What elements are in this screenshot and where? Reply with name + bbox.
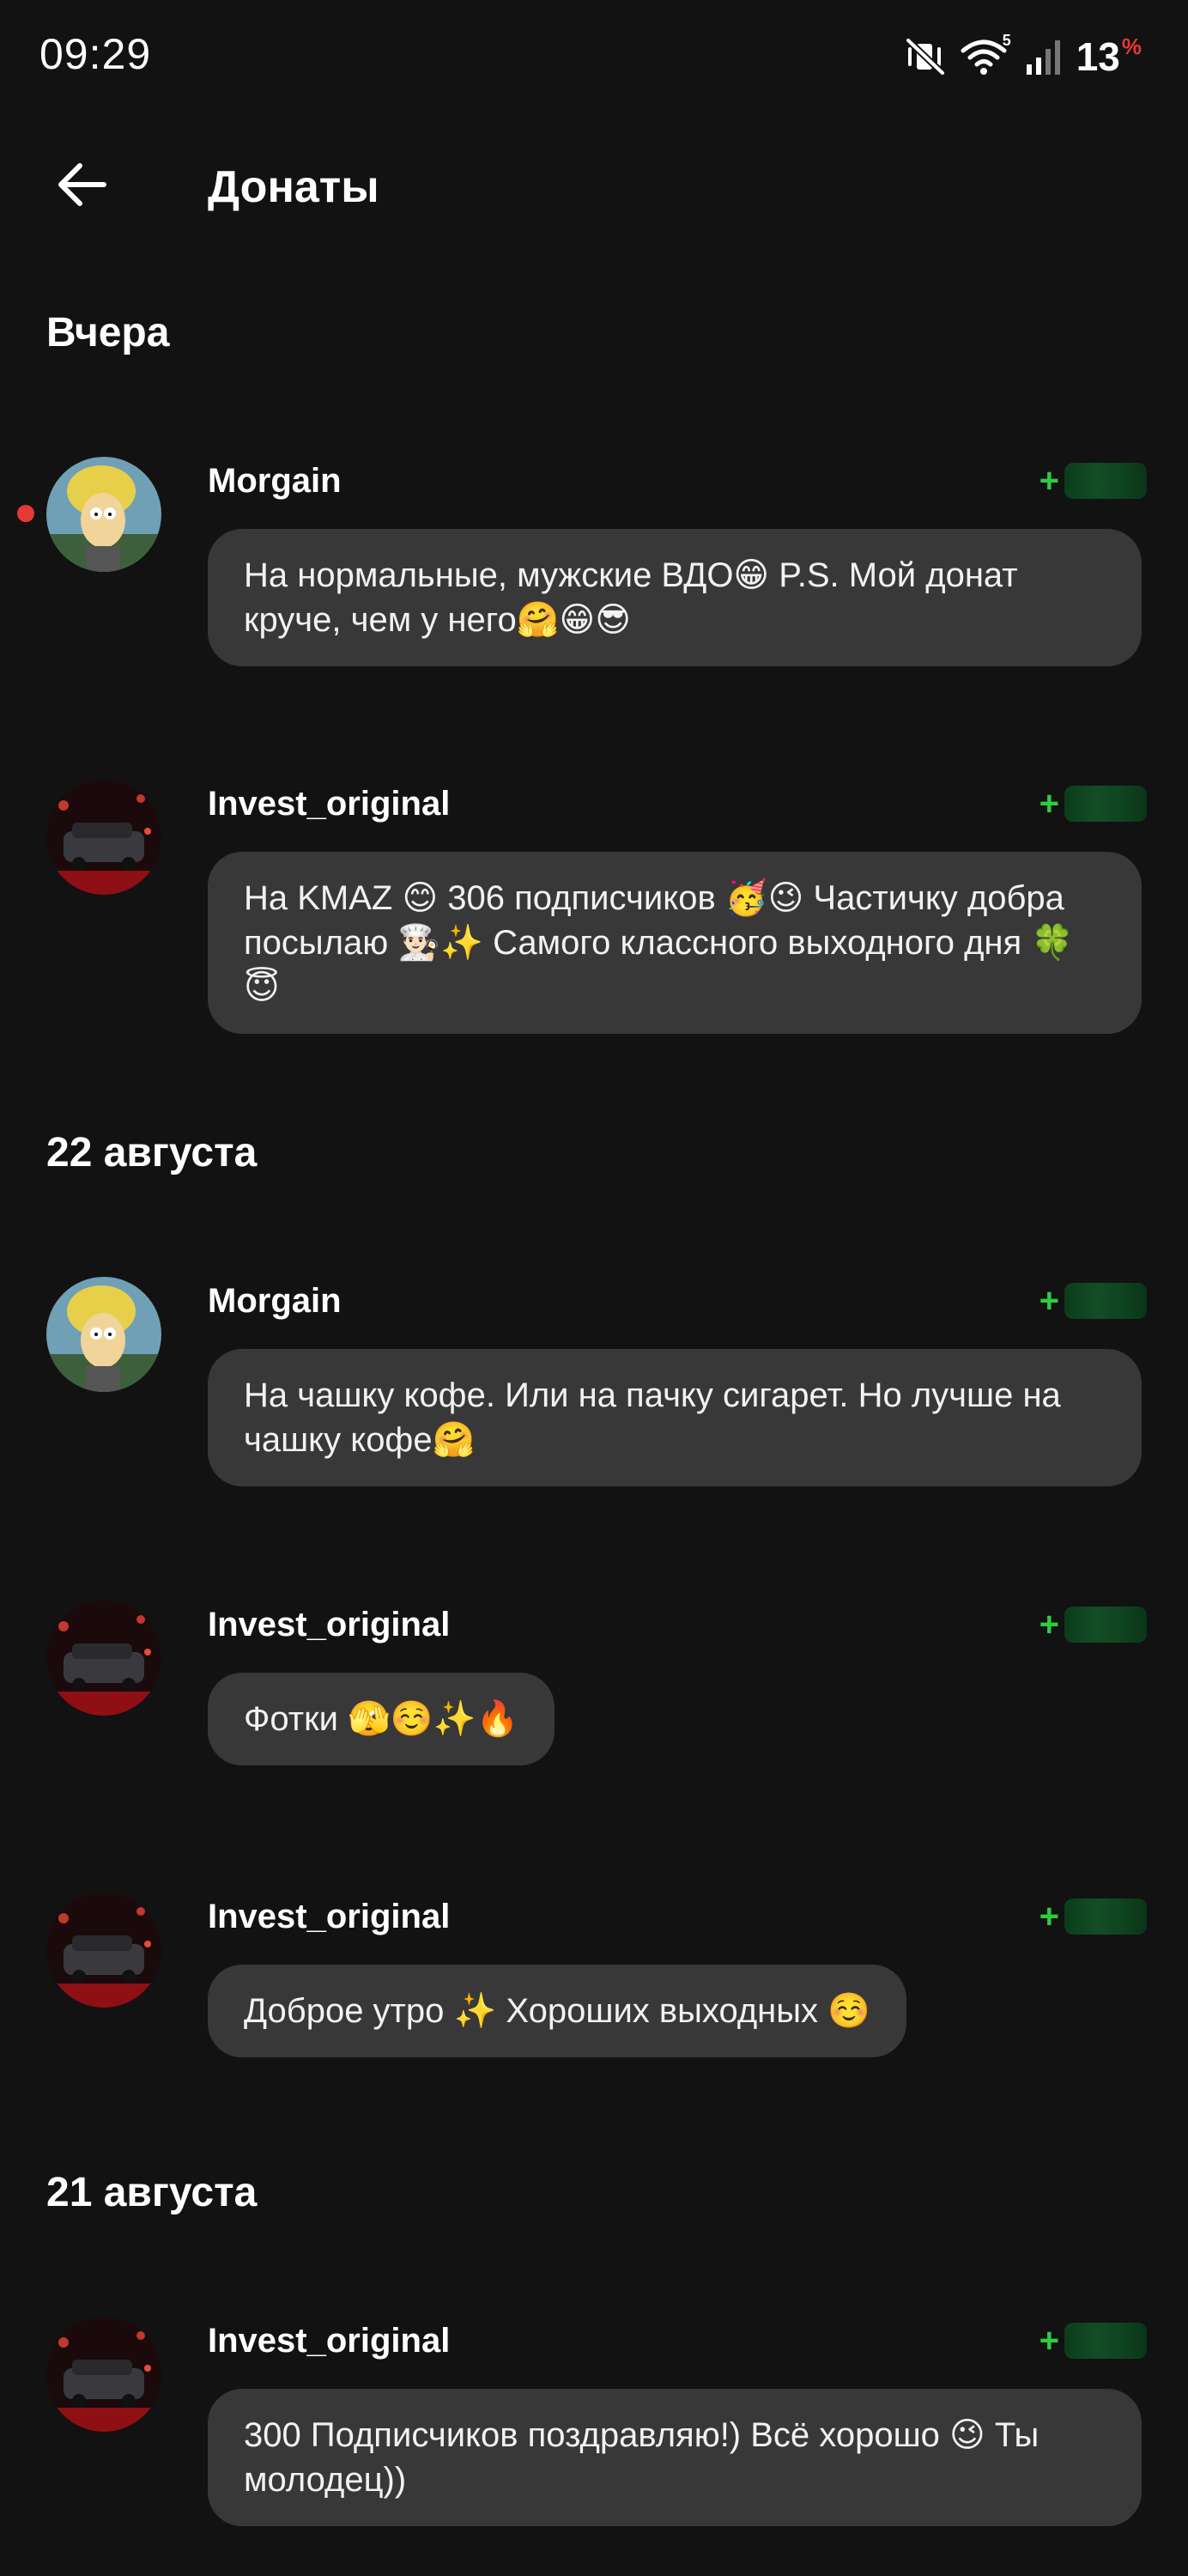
amount-hidden-value bbox=[1064, 1899, 1147, 1935]
battery-percent-sign: % bbox=[1121, 33, 1142, 59]
donation-amount: + bbox=[1040, 1604, 1147, 1645]
donation-item[interactable]: Invest_original + На KMAZ 😊 306 подписчи… bbox=[0, 780, 1188, 1037]
avatar[interactable] bbox=[46, 2317, 161, 2432]
arrow-left-icon bbox=[56, 161, 107, 213]
amount-hidden-value bbox=[1064, 2323, 1147, 2359]
section-title: 22 августа bbox=[46, 1130, 258, 1176]
amount-plus: + bbox=[1039, 461, 1059, 500]
message-bubble: 300 Подписчиков поздравляю!) Всё хорошо … bbox=[208, 2389, 1142, 2526]
amount-hidden-value bbox=[1064, 1283, 1147, 1319]
avatar[interactable] bbox=[46, 780, 161, 895]
avatar[interactable] bbox=[46, 1277, 161, 1392]
donation-amount: + bbox=[1040, 783, 1147, 824]
message-bubble: На нормальные, мужские ВДО😁 P.S. Мой дон… bbox=[208, 529, 1142, 666]
section-title: Вчера bbox=[46, 310, 170, 355]
sender-name: Morgain bbox=[208, 462, 342, 500]
amount-plus: + bbox=[1039, 1281, 1059, 1320]
message-bubble: На KMAZ 😊 306 подписчиков 🥳😉 Частичку до… bbox=[208, 852, 1142, 1034]
avatar[interactable] bbox=[46, 457, 161, 572]
donation-item[interactable]: Invest_original + 300 Подписчиков поздра… bbox=[0, 2317, 1188, 2540]
status-bar: 09:29 5 13 % bbox=[0, 0, 1188, 112]
sender-name: Invest_original bbox=[208, 785, 451, 823]
amount-plus: + bbox=[1039, 2321, 1059, 2360]
amount-hidden-value bbox=[1064, 463, 1147, 499]
donation-amount: + bbox=[1040, 1280, 1147, 1321]
amount-plus: + bbox=[1039, 784, 1059, 823]
sender-name: Morgain bbox=[208, 1282, 342, 1320]
page-title: Донаты bbox=[208, 162, 379, 212]
status-time: 09:29 bbox=[39, 30, 152, 78]
donation-amount: + bbox=[1040, 2320, 1147, 2361]
wifi-band-label: 5 bbox=[1002, 32, 1011, 49]
amount-plus: + bbox=[1039, 1605, 1059, 1643]
donation-item[interactable]: Invest_original + Доброе утро ✨ Хороших … bbox=[0, 1893, 1188, 2064]
message-bubble: Фотки 🫣☺️✨🔥 bbox=[208, 1673, 555, 1765]
battery-indicator: 13 % bbox=[1076, 33, 1142, 80]
donation-amount: + bbox=[1040, 1896, 1147, 1937]
app-header: Донаты bbox=[0, 146, 1188, 232]
sender-name: Invest_original bbox=[208, 2322, 451, 2360]
donation-item[interactable]: Morgain + На чашку кофе. Или на пачку си… bbox=[0, 1277, 1188, 1492]
donation-item[interactable]: Invest_original + Фотки 🫣☺️✨🔥 bbox=[0, 1601, 1188, 1772]
avatar[interactable] bbox=[46, 1601, 161, 1716]
message-bubble: Доброе утро ✨ Хороших выходных ☺️ bbox=[208, 1965, 906, 2057]
back-button[interactable] bbox=[52, 156, 112, 216]
message-bubble: На чашку кофе. Или на пачку сигарет. Но … bbox=[208, 1349, 1142, 1486]
sender-name: Invest_original bbox=[208, 1898, 451, 1935]
donation-item[interactable]: Morgain + На нормальные, мужские ВДО😁 P.… bbox=[0, 457, 1188, 671]
vibrate-mute-icon bbox=[905, 37, 946, 76]
wifi-icon: 5 bbox=[960, 32, 1011, 76]
section-title: 21 августа bbox=[46, 2170, 258, 2215]
unread-dot bbox=[17, 505, 34, 522]
battery-level: 13 bbox=[1076, 34, 1120, 79]
status-icons: 5 13 % bbox=[905, 31, 1142, 82]
signal-icon bbox=[1025, 37, 1063, 76]
amount-hidden-value bbox=[1064, 786, 1147, 822]
amount-hidden-value bbox=[1064, 1607, 1147, 1643]
donation-amount: + bbox=[1040, 460, 1147, 501]
sender-name: Invest_original bbox=[208, 1606, 451, 1643]
amount-plus: + bbox=[1039, 1897, 1059, 1935]
avatar[interactable] bbox=[46, 1893, 161, 2008]
